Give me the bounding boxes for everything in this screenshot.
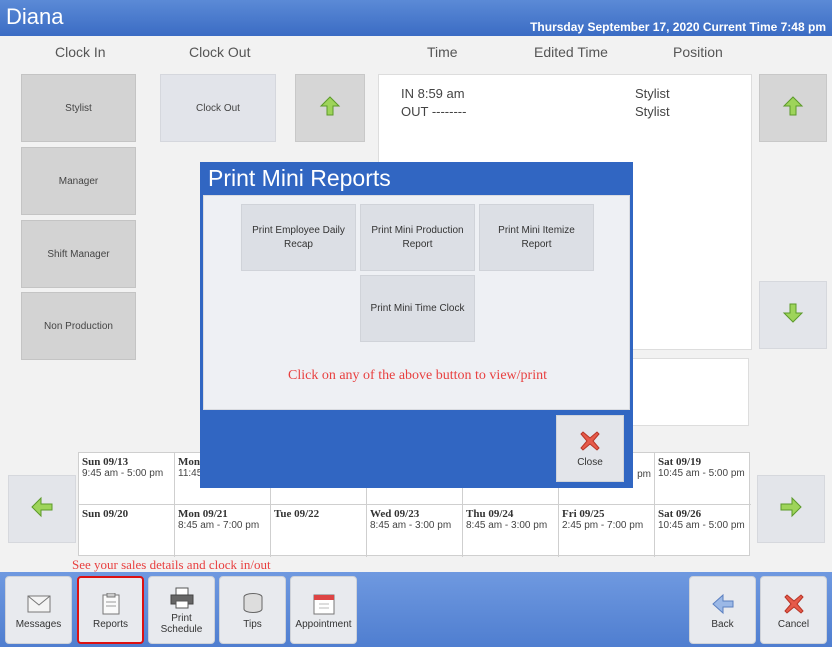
title-bar: Diana Thursday September 17, 2020 Curren… [0,0,832,36]
schedule-prev-button[interactable] [8,475,76,543]
position-manager-button[interactable]: Manager [21,147,136,215]
note-panel [630,358,749,426]
bottom-toolbar: Messages Reports Print Schedule Tips App… [0,572,832,647]
envelope-icon [27,591,51,617]
col-position: Position [673,44,723,60]
cancel-button[interactable]: Cancel [760,576,827,644]
schedule-cell: Wed 09/23 8:45 am - 3:00 pm [367,505,463,557]
tips-button[interactable]: Tips [219,576,286,644]
position-stylist-button[interactable]: Stylist [21,74,136,142]
schedule-next-button[interactable] [757,475,825,543]
close-x-icon [783,591,805,617]
print-mini-reports-dialog: Print Mini Reports Print Employee Daily … [200,162,633,488]
schedule-cell: Tue 09/22 [271,505,367,557]
time-scroll-down-button[interactable] [759,281,827,349]
arrow-left-icon [30,496,54,523]
time-record-in-position: Stylist [635,86,670,101]
arrow-down-icon [782,302,804,329]
back-button[interactable]: Back [689,576,756,644]
report-icon [102,591,120,617]
current-datetime: Thursday September 17, 2020 Current Time… [530,20,826,34]
reports-button[interactable]: Reports [77,576,144,644]
schedule-cell: Sat 09/26 10:45 am - 5:00 pm [658,508,745,531]
arrow-up-icon [782,95,804,122]
col-edited-time: Edited Time [534,44,608,60]
messages-button[interactable]: Messages [5,576,72,644]
clock-out-button[interactable]: Clock Out [160,74,276,142]
time-scroll-up-button[interactable] [759,74,827,142]
time-record-out: OUT -------- [401,104,467,119]
schedule-cell: Mon 09/21 8:45 am - 7:00 pm [175,505,271,557]
arrow-up-icon [319,95,341,122]
time-record-out-position: Stylist [635,104,670,119]
coins-icon [242,591,264,617]
schedule-cell: Sun 09/20 [79,505,175,557]
calendar-icon [313,591,335,617]
schedule-cell: Thu 09/24 8:45 am - 3:00 pm [463,505,559,557]
time-record-in: IN 8:59 am [401,86,465,101]
dialog-close-button[interactable]: Close [556,415,624,482]
back-arrow-icon [711,591,735,617]
print-mini-itemize-report-button[interactable]: Print Mini Itemize Report [479,204,594,271]
dialog-title: Print Mini Reports [208,165,391,191]
user-name: Diana [6,4,64,29]
arrow-right-icon [779,496,803,523]
printer-icon [170,585,194,611]
print-employee-daily-recap-button[interactable]: Print Employee Daily Recap [241,204,356,271]
schedule-cell: Fri 09/25 2:45 pm - 7:00 pm [559,505,655,557]
schedule-cell: Sun 09/13 9:45 am - 5:00 pm [79,453,175,505]
reports-hint: See your sales details and clock in/out [72,557,271,572]
scroll-up-button[interactable] [295,74,365,142]
position-shift-manager-button[interactable]: Shift Manager [21,220,136,288]
col-clock-out: Clock Out [189,44,251,60]
dialog-body: Print Employee Daily Recap Print Mini Pr… [203,195,630,410]
print-mini-production-report-button[interactable]: Print Mini Production Report [360,204,475,271]
close-x-icon [579,430,601,455]
position-non-production-button[interactable]: Non Production [21,292,136,360]
print-mini-time-clock-button[interactable]: Print Mini Time Clock [360,275,475,342]
dialog-instruction: Click on any of the above button to view… [288,368,547,383]
print-schedule-button[interactable]: Print Schedule [148,576,215,644]
col-clock-in: Clock In [55,44,106,60]
col-time: Time [427,44,458,60]
appointment-button[interactable]: Appointment [290,576,357,644]
schedule-cell: Sat 09/19 10:45 am - 5:00 pm [655,453,751,505]
